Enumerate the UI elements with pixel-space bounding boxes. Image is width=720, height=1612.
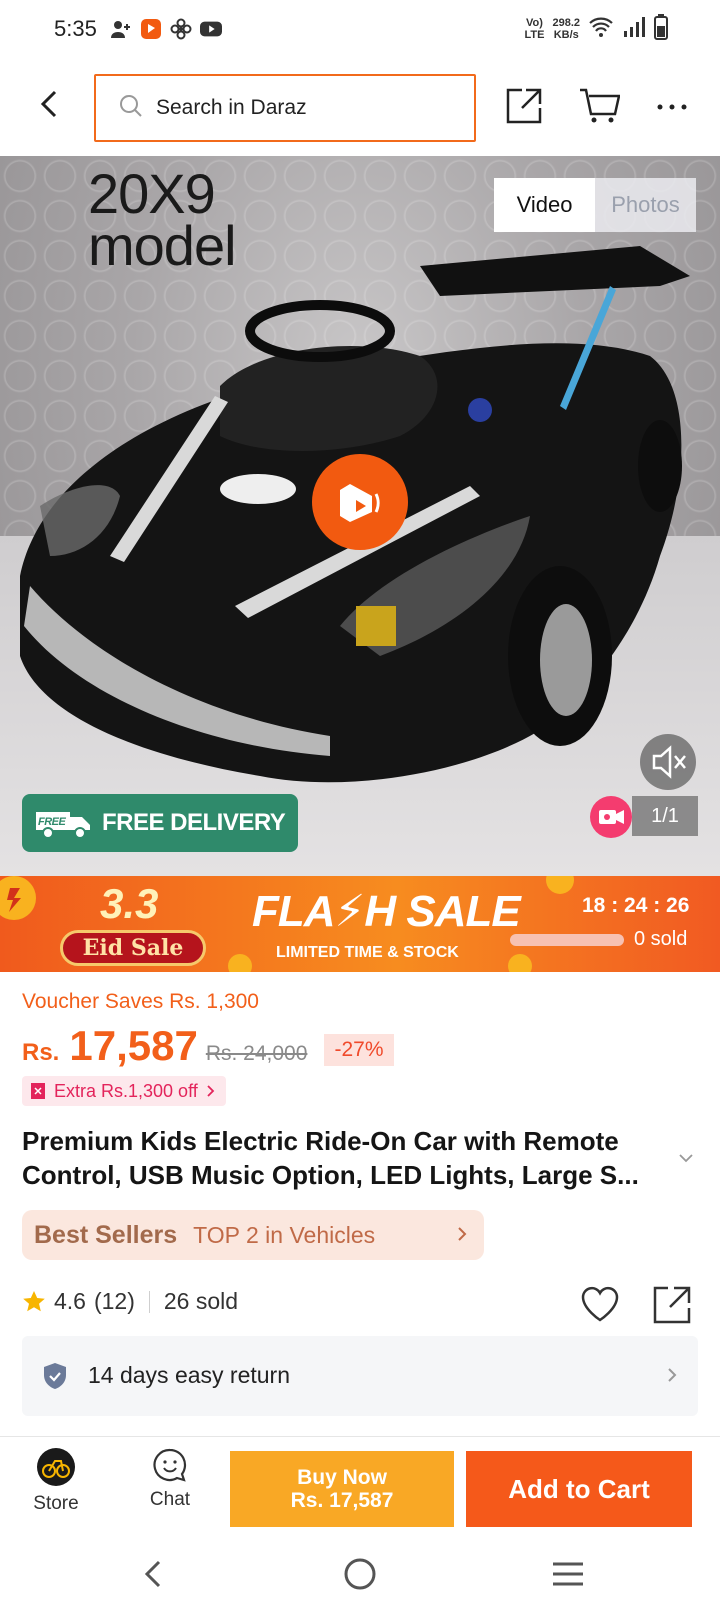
sold-count: 26 sold [163,1288,239,1314]
store-button[interactable]: Store [16,1447,96,1527]
store-logo-icon [37,1448,75,1486]
media-type-toggle: Video Photos [494,178,696,232]
extra-discount-chip[interactable]: Extra Rs.1,300 off [22,1076,226,1106]
price-original: Rs. 24,000 [205,1042,308,1065]
bottom-action-bar: Store Chat Buy Now Rs. 17,587 Add to Car… [0,1436,720,1536]
share-product-button[interactable] [650,1282,694,1326]
free-delivery-badge: FREE FREE DELIVERY [22,794,298,852]
tab-video[interactable]: Video [494,178,595,232]
expand-title-button[interactable] [676,1148,696,1168]
search-icon [118,93,144,124]
chevron-right-icon [666,1366,678,1389]
best-sellers-rank-text: TOP 2 in Vehicles [193,1221,376,1248]
flash-sale-timer: 18 : 24 : 26 [582,894,690,917]
rating-count: (12) [93,1288,135,1314]
share-icon [506,88,542,124]
daraz-play-icon [340,484,380,522]
add-to-cart-button[interactable]: Add to Cart [466,1451,692,1527]
price-current: 17,587 [69,1022,198,1069]
flash-sale-sold: 0 sold [634,928,688,950]
menu-lines-icon [553,1562,583,1586]
video-camera-button[interactable] [590,796,632,838]
flash-sale-subtitle: LIMITED TIME & STOCK [276,944,459,961]
nav-recents-button[interactable] [548,1554,588,1594]
chevron-right-icon [456,1225,468,1248]
best-sellers-label: Best Sellers [34,1220,178,1249]
status-notification-icons [110,18,222,40]
network-speed: 298.2 KB/s [552,16,580,41]
chevron-down-icon [679,1154,693,1163]
extra-discount-label: Extra Rs.1,300 off [54,1080,198,1101]
status-system-icons: Vo) LTE 298.2 KB/s [524,14,668,43]
person-add-icon [110,18,132,40]
system-navigation-bar [0,1536,720,1612]
buy-now-button[interactable]: Buy Now Rs. 17,587 [230,1451,454,1527]
status-bar: 5:35 Vo) LTE 298.2 KB/s [0,0,720,62]
delivery-truck-icon: FREE [36,812,90,839]
top-app-bar: Search in Daraz [0,62,720,156]
easy-return-row[interactable]: 14 days easy return [22,1336,698,1416]
price-currency: Rs. [22,1039,60,1066]
wishlist-button[interactable] [578,1282,622,1326]
cart-button[interactable] [578,86,622,130]
product-title[interactable]: Premium Kids Electric Ride-On Car with R… [22,1124,674,1192]
rating-score: 4.6 [54,1288,86,1314]
svg-text:FREE: FREE [38,816,67,828]
easy-return-label: 14 days easy return [88,1362,291,1388]
best-sellers-rank[interactable]: Best Sellers TOP 2 in Vehicles [22,1210,484,1260]
signal-icon [622,16,646,41]
chevron-left-icon [144,1560,161,1588]
network-type: Vo) LTE [524,16,545,41]
overlay-model-text: 20X9 model [88,162,237,277]
chat-icon [153,1448,187,1482]
voucher-icon [31,1083,45,1099]
youtube-icon [200,18,222,40]
more-options-button[interactable] [652,86,696,130]
more-dots-icon [657,104,687,110]
eid-sale-label: Eid Sale [60,930,206,966]
back-button[interactable] [30,84,70,124]
video-camera-icon [599,810,624,824]
flash-sale-progress-bar [510,934,624,946]
status-time: 5:35 [54,16,97,41]
eid-sale-number: 3.3 [100,880,159,927]
battery-icon [654,14,668,43]
divider [148,1290,150,1313]
price-row: Rs. 17,587 Rs. 24,000 [22,1022,307,1070]
chevron-right-icon [207,1085,215,1097]
chat-button[interactable]: Chat [130,1447,210,1527]
share-icon [653,1286,691,1324]
pinwheel-icon [170,18,192,40]
wifi-icon [588,16,614,41]
tab-photos[interactable]: Photos [595,178,696,232]
free-delivery-label: FREE DELIVERY [102,809,286,836]
home-circle-icon [344,1558,376,1590]
nav-home-button[interactable] [340,1554,380,1594]
store-label: Store [33,1493,79,1514]
star-icon [23,1290,45,1311]
nav-back-button[interactable] [134,1554,174,1594]
chat-label: Chat [149,1489,191,1510]
play-video-button[interactable] [312,454,408,550]
heart-icon [581,1286,619,1322]
chevron-left-icon [40,90,57,118]
search-placeholder: Search in Daraz [156,96,307,119]
search-input[interactable]: Search in Daraz [94,74,476,142]
product-media-gallery[interactable]: 20X9 model Video Photos FREE FREE DELIVE… [0,156,720,876]
mute-button[interactable] [640,734,696,790]
rating-summary[interactable]: 4.6 (12) 26 sold [22,1288,238,1315]
voucher-savings[interactable]: Voucher Saves Rs. 1,300 [22,990,259,1014]
volume-muted-icon [652,745,686,779]
flash-sale-banner[interactable]: 3.3 Eid Sale FLA⚡H SALE LIMITED TIME & S… [0,876,720,972]
daraz-app-icon [140,18,162,40]
eid-sale-logo: 3.3 Eid Sale [58,880,208,968]
shield-check-icon [42,1362,68,1390]
share-button[interactable] [504,86,548,130]
media-pager: 1/1 [632,796,698,836]
discount-badge: -27% [324,1034,394,1066]
cart-icon [580,88,621,123]
flash-sale-title: FLA⚡H SALE [252,887,521,936]
